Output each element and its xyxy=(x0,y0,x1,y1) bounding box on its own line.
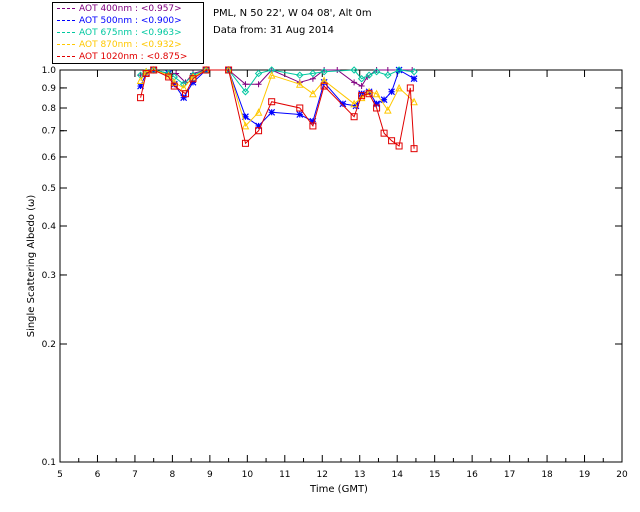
legend-item: AOT 1020nm : <0.875> xyxy=(57,52,187,63)
y-tick-label: 0.7 xyxy=(42,127,56,137)
y-tick-label: 0.8 xyxy=(42,104,57,114)
legend: AOT 400nm : <0.957> AOT 500nm : <0.900> … xyxy=(52,2,204,64)
y-tick-label: 1.0 xyxy=(42,66,57,76)
legend-swatch xyxy=(57,56,75,57)
series-line xyxy=(140,69,415,149)
x-tick-label: 17 xyxy=(504,470,515,480)
legend-item: AOT 500nm : <0.900> xyxy=(57,16,182,27)
chart: 1.0 0.9 0.8 0.7 0.6 0.5 0.4 0.3 0.2 0.1 5 6 7 8 9 10 11… xyxy=(26,65,628,495)
y-tick-label: 0.9 xyxy=(42,84,57,94)
legend-label: AOT 675nm : <0.963> xyxy=(79,28,182,38)
legend-label: AOT 870nm : <0.932> xyxy=(79,40,182,50)
legend-swatch xyxy=(57,20,75,21)
series xyxy=(137,66,418,153)
x-tick-label: 14 xyxy=(391,470,403,480)
y-tick-label: 0.3 xyxy=(42,271,56,281)
data-point xyxy=(388,88,396,96)
x-tick-label: 20 xyxy=(616,470,628,480)
y-tick-label: 0.2 xyxy=(42,340,56,350)
legend-label: AOT 1020nm : <0.875> xyxy=(79,52,188,62)
x-axis: 5 6 7 8 9 10 11 12 13 14 15 16 17 18 19 20 xyxy=(57,70,628,480)
legend-label: AOT 500nm : <0.900> xyxy=(79,16,182,26)
data-point xyxy=(410,75,418,83)
x-tick-label: 16 xyxy=(466,470,478,480)
x-tick-label: 12 xyxy=(317,470,328,480)
x-tick-label: 7 xyxy=(132,470,138,480)
x-tick-label: 15 xyxy=(429,470,440,480)
y-axis-label: Single Scattering Albedo (ω) xyxy=(26,195,37,338)
legend-item: AOT 675nm : <0.963> xyxy=(57,28,182,39)
x-tick-label: 6 xyxy=(95,470,101,480)
plot-frame xyxy=(59,69,623,463)
data-point xyxy=(358,83,365,90)
data-point xyxy=(268,108,276,116)
x-tick-label: 11 xyxy=(279,470,290,480)
y-tick-label: 0.6 xyxy=(42,153,57,163)
x-tick-label: 5 xyxy=(57,470,63,480)
legend-swatch xyxy=(57,32,75,33)
x-tick-label: 18 xyxy=(541,470,553,480)
y-axis: 1.0 0.9 0.8 0.7 0.6 0.5 0.4 0.3 0.2 0.1 xyxy=(42,66,622,468)
legend-label: AOT 400nm : <0.957> xyxy=(79,4,182,14)
legend-item: AOT 870nm : <0.932> xyxy=(57,40,182,51)
y-tick-label: 0.4 xyxy=(42,222,57,232)
y-tick-label: 0.1 xyxy=(42,458,56,468)
date-text: Data from: 31 Aug 2014 xyxy=(213,25,334,36)
legend-item: AOT 400nm : <0.957> xyxy=(57,4,182,15)
y-tick-label: 0.5 xyxy=(42,184,56,194)
x-tick-label: 10 xyxy=(242,470,254,480)
data-point xyxy=(180,94,188,102)
legend-swatch xyxy=(57,44,75,45)
data-point xyxy=(296,111,304,118)
x-tick-label: 9 xyxy=(207,470,213,480)
x-tick-label: 13 xyxy=(354,470,365,480)
x-tick-label: 19 xyxy=(579,470,591,480)
series-layer xyxy=(136,65,418,153)
location-text: PML, N 50 22', W 04 08', Alt 0m xyxy=(213,8,372,19)
legend-swatch xyxy=(57,8,75,9)
x-tick-label: 8 xyxy=(170,470,176,480)
x-axis-label: Time (GMT) xyxy=(309,484,368,495)
